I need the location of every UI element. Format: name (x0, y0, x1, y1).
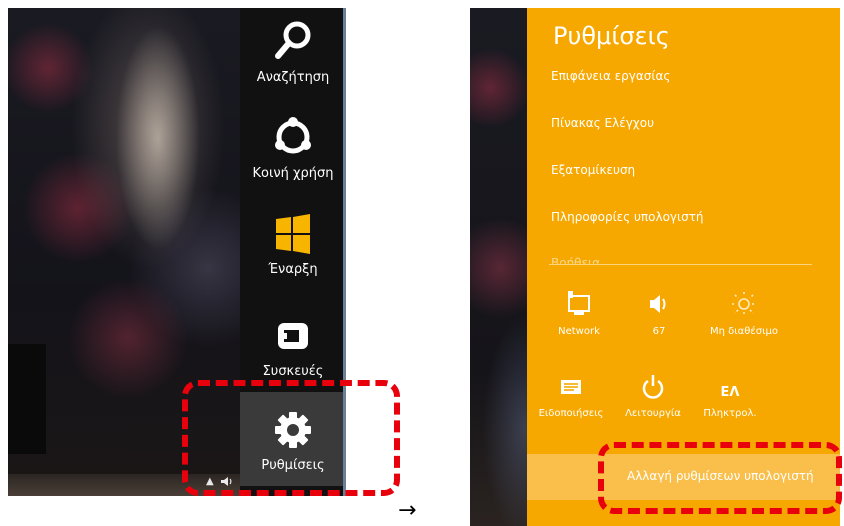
link-control-panel[interactable]: Πίνακας Ελέγχου (551, 116, 654, 130)
tile-notifications[interactable]: Ειδοποιήσεις (529, 372, 613, 419)
link-desktop[interactable]: Επιφάνεια εργασίας (551, 69, 670, 83)
tile-label: Μη διαθέσιμο (710, 326, 778, 337)
settings-panel: Ρυθμίσεις Επιφάνεια εργασίας Πίνακας Ελέ… (527, 8, 840, 526)
charm-share[interactable]: Κοινή χρήση (240, 116, 346, 181)
step-arrow: → (398, 498, 417, 523)
tile-volume[interactable]: 67 (617, 290, 701, 337)
tile-network[interactable]: Network (537, 290, 621, 337)
link-personalization[interactable]: Εξατομίκευση (551, 163, 635, 177)
network-icon (537, 290, 621, 318)
windows-start-icon (273, 214, 313, 258)
change-pc-settings-label: Αλλαγή ρυθμίσεων υπολογιστή (627, 469, 814, 483)
keyboard-icon: ΕΛ (688, 372, 772, 400)
right-screenshot: Ρυθμίσεις Επιφάνεια εργασίας Πίνακας Ελέ… (470, 8, 840, 526)
tile-label: Λειτουργία (625, 408, 681, 419)
background-window (8, 344, 46, 454)
charm-label: Αναζήτηση (256, 70, 330, 85)
system-tray[interactable]: ▲ (206, 476, 234, 490)
screen-edge (343, 8, 346, 496)
charm-label: Συσκευές (262, 364, 324, 379)
tile-brightness[interactable]: Μη διαθέσιμο (702, 290, 786, 337)
tile-label: Πληκτρολ. (703, 408, 757, 419)
left-screenshot: ▲ Αναζήτηση Κοινή χρήση Έναρξη Συσκευές … (8, 8, 346, 496)
link-pc-info[interactable]: Πληροφορίες υπολογιστή (551, 210, 704, 224)
tile-label: 67 (652, 326, 666, 337)
tile-power[interactable]: Λειτουργία (611, 372, 695, 419)
link-help[interactable]: Βοήθεια (551, 256, 600, 264)
power-icon (611, 372, 695, 400)
charm-devices[interactable]: Συσκευές (240, 316, 346, 379)
devices-icon (273, 323, 313, 360)
divider (549, 264, 812, 265)
brightness-icon (702, 290, 786, 318)
tile-label: Network (558, 326, 600, 337)
charm-label: Ρυθμίσεις (261, 458, 325, 473)
charm-settings[interactable]: Ρυθμίσεις (240, 392, 346, 486)
change-pc-settings-button[interactable]: Αλλαγή ρυθμίσεων υπολογιστή (527, 454, 840, 500)
charm-start[interactable]: Έναρξη (240, 214, 346, 277)
volume-icon (617, 290, 701, 318)
charm-label: Έναρξη (268, 262, 318, 277)
charm-label: Κοινή χρήση (252, 166, 334, 181)
volume-icon[interactable] (220, 476, 234, 490)
tile-keyboard[interactable]: ΕΛ Πληκτρολ. (688, 372, 772, 419)
keyboard-glyph: ΕΛ (720, 385, 740, 400)
tray-up-arrow-icon[interactable]: ▲ (206, 476, 214, 490)
tile-label: Ειδοποιήσεις (538, 408, 604, 419)
search-icon (273, 21, 313, 66)
gear-icon (273, 412, 313, 454)
charm-search[interactable]: Αναζήτηση (240, 20, 346, 85)
page-title: Ρυθμίσεις (553, 22, 670, 50)
share-icon (273, 117, 313, 162)
charms-bar: Αναζήτηση Κοινή χρήση Έναρξη Συσκευές Ρυ… (240, 8, 346, 496)
notifications-icon (529, 372, 613, 400)
